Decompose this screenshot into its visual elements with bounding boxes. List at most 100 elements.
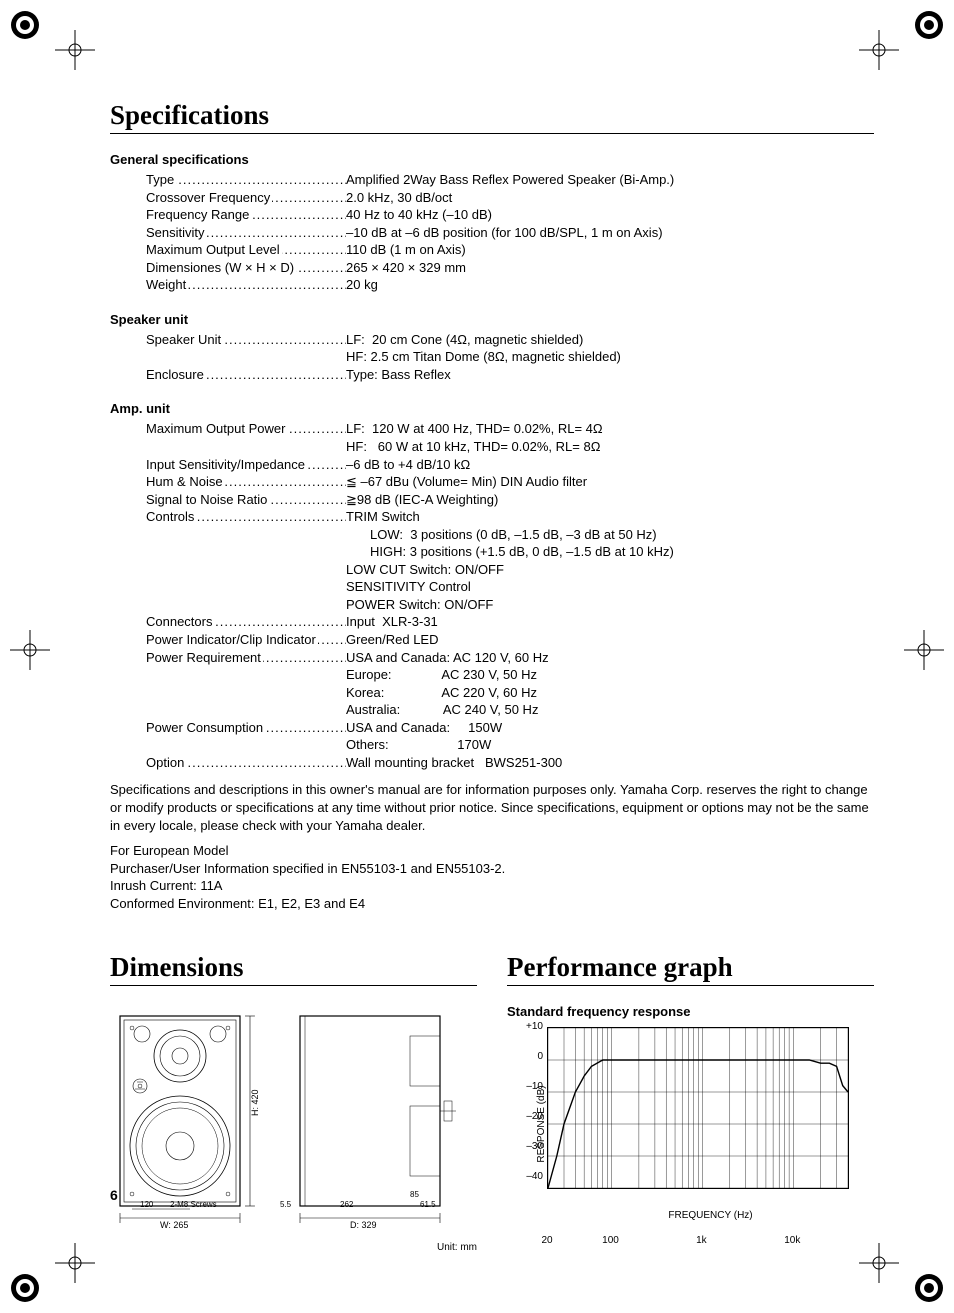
spec-continuation: LOW CUT Switch: ON/OFF xyxy=(146,561,874,579)
euro-model-info: For European ModelPurchaser/User Informa… xyxy=(110,842,874,912)
chart-xlabel: FREQUENCY (Hz) xyxy=(547,1210,874,1221)
spec-continuation: POWER Switch: ON/OFF xyxy=(146,596,874,614)
spec-value: –6 dB to +4 dB/10 kΩ xyxy=(346,456,874,474)
speaker-subhead: Speaker unit xyxy=(110,312,874,327)
spec-value: Wall mounting bracket BWS251-300 xyxy=(346,754,874,772)
spec-label: Power Indicator/Clip Indicator xyxy=(146,631,346,649)
spec-value: 40 Hz to 40 kHz (–10 dB) xyxy=(346,206,874,224)
amp-spec-list: Maximum Output PowerLF: 120 W at 400 Hz,… xyxy=(110,420,874,771)
spec-row: Crossover Frequency2.0 kHz, 30 dB/oct xyxy=(146,189,874,207)
specifications-heading: Specifications xyxy=(110,100,874,134)
spec-row: Maximum Output PowerLF: 120 W at 400 Hz,… xyxy=(146,420,874,438)
dim-width-label: W: 265 xyxy=(160,1220,188,1230)
spec-row: ControlsTRIM Switch xyxy=(146,508,874,526)
general-subhead: General specifications xyxy=(110,152,874,167)
spec-row: Sensitivity–10 dB at –6 dB position (for… xyxy=(146,224,874,242)
spec-continuation: HF: 2.5 cm Titan Dome (8Ω, magnetic shie… xyxy=(146,348,874,366)
svg-text:120: 120 xyxy=(140,1200,154,1209)
spec-row: EnclosureType: Bass Reflex xyxy=(146,366,874,384)
spec-continuation: Korea: AC 220 V, 60 Hz xyxy=(146,684,874,702)
svg-text:61.5: 61.5 xyxy=(420,1200,436,1209)
spec-label: Crossover Frequency xyxy=(146,189,346,207)
spec-continuation: Europe: AC 230 V, 50 Hz xyxy=(146,666,874,684)
spec-row: Power RequirementUSA and Canada: AC 120 … xyxy=(146,649,874,667)
spec-row: Hum & Noise≦ –67 dBu (Volume= Min) DIN A… xyxy=(146,473,874,491)
spec-value: LF: 120 W at 400 Hz, THD= 0.02%, RL= 4Ω xyxy=(346,420,874,438)
dim-height-label: H: 420 xyxy=(250,1090,260,1117)
spec-label: Connectors xyxy=(146,613,346,631)
spec-value: Amplified 2Way Bass Reflex Powered Speak… xyxy=(346,171,874,189)
spec-row: Dimensiones (W × H × D)265 × 420 × 329 m… xyxy=(146,259,874,277)
spec-value: TRIM Switch xyxy=(346,508,874,526)
page-number: 6 xyxy=(110,1187,118,1203)
spec-value: 2.0 kHz, 30 dB/oct xyxy=(346,189,874,207)
spec-continuation: SENSITIVITY Control xyxy=(146,578,874,596)
spec-row: Maximum Output Level110 dB (1 m on Axis) xyxy=(146,241,874,259)
spec-label: Maximum Output Power xyxy=(146,420,346,438)
spec-continuation: LOW: 3 positions (0 dB, –1.5 dB, –3 dB a… xyxy=(146,526,874,544)
spec-label: Weight xyxy=(146,276,346,294)
performance-heading: Performance graph xyxy=(507,952,874,986)
spec-continuation: Others: 170W xyxy=(146,736,874,754)
euro-line: Conformed Environment: E1, E2, E3 and E4 xyxy=(110,895,874,913)
svg-text:85: 85 xyxy=(410,1190,419,1199)
spec-label: Enclosure xyxy=(146,366,346,384)
dim-unit-label: Unit: mm xyxy=(110,1242,477,1253)
spec-row: Frequency Range40 Hz to 40 kHz (–10 dB) xyxy=(146,206,874,224)
dimensions-heading: Dimensions xyxy=(110,952,477,986)
spec-label: Power Consumption xyxy=(146,719,346,737)
spec-value: 265 × 420 × 329 mm xyxy=(346,259,874,277)
svg-text:D: 329: D: 329 xyxy=(350,1220,377,1230)
spec-label: Input Sensitivity/Impedance xyxy=(146,456,346,474)
xtick-label: 1k xyxy=(696,1235,707,1246)
frequency-response-chart: RESPONSE (dB) +100–10–20–30–40 201001k10… xyxy=(547,1027,874,1221)
dimensions-figure: H: 420 W: 265 120 2-M8 Screws xyxy=(110,1006,477,1253)
spec-label: Power Requirement xyxy=(146,649,346,667)
spec-label: Sensitivity xyxy=(146,224,346,242)
disclaimer-text: Specifications and descriptions in this … xyxy=(110,781,874,834)
general-spec-list: TypeAmplified 2Way Bass Reflex Powered S… xyxy=(110,171,874,294)
ytick-label: +10 xyxy=(519,1021,543,1051)
spec-continuation: Australia: AC 240 V, 50 Hz xyxy=(146,701,874,719)
ytick-label: –40 xyxy=(519,1171,543,1201)
ytick-label: –10 xyxy=(519,1081,543,1111)
spec-value: Type: Bass Reflex xyxy=(346,366,874,384)
spec-value: USA and Canada: 150W xyxy=(346,719,874,737)
euro-line: Purchaser/User Information specified in … xyxy=(110,860,874,878)
ytick-label: –20 xyxy=(519,1111,543,1141)
spec-continuation: HIGH: 3 positions (+1.5 dB, 0 dB, –1.5 d… xyxy=(146,543,874,561)
spec-label: Controls xyxy=(146,508,346,526)
spec-row: Signal to Noise Ratio≧98 dB (IEC-A Weigh… xyxy=(146,491,874,509)
ytick-label: –30 xyxy=(519,1141,543,1171)
svg-text:5.5: 5.5 xyxy=(280,1200,292,1209)
spec-continuation: HF: 60 W at 10 kHz, THD= 0.02%, RL= 8Ω xyxy=(146,438,874,456)
xtick-label: 20 xyxy=(541,1235,552,1246)
spec-row: ConnectorsInput XLR-3-31 xyxy=(146,613,874,631)
amp-subhead: Amp. unit xyxy=(110,401,874,416)
spec-label: Frequency Range xyxy=(146,206,346,224)
euro-line: For European Model xyxy=(110,842,874,860)
spec-row: TypeAmplified 2Way Bass Reflex Powered S… xyxy=(146,171,874,189)
xtick-label: 10k xyxy=(784,1235,800,1246)
spec-label: Option xyxy=(146,754,346,772)
spec-row: Speaker UnitLF: 20 cm Cone (4Ω, magnetic… xyxy=(146,331,874,349)
spec-row: Power Indicator/Clip IndicatorGreen/Red … xyxy=(146,631,874,649)
euro-line: Inrush Current: 11A xyxy=(110,877,874,895)
spec-row: Power ConsumptionUSA and Canada: 150W xyxy=(146,719,874,737)
spec-label: Type xyxy=(146,171,346,189)
svg-text:262: 262 xyxy=(340,1200,354,1209)
spec-value: ≧98 dB (IEC-A Weighting) xyxy=(346,491,874,509)
spec-value: Input XLR-3-31 xyxy=(346,613,874,631)
spec-value: USA and Canada: AC 120 V, 60 Hz xyxy=(346,649,874,667)
speaker-spec-list: Speaker UnitLF: 20 cm Cone (4Ω, magnetic… xyxy=(110,331,874,384)
chart-title: Standard frequency response xyxy=(507,1004,874,1019)
spec-value: 20 kg xyxy=(346,276,874,294)
ytick-label: 0 xyxy=(519,1051,543,1081)
spec-row: Input Sensitivity/Impedance–6 dB to +4 d… xyxy=(146,456,874,474)
spec-label: Dimensiones (W × H × D) xyxy=(146,259,346,277)
spec-label: Maximum Output Level xyxy=(146,241,346,259)
spec-value: –10 dB at –6 dB position (for 100 dB/SPL… xyxy=(346,224,874,242)
spec-row: OptionWall mounting bracket BWS251-300 xyxy=(146,754,874,772)
spec-value: 110 dB (1 m on Axis) xyxy=(346,241,874,259)
svg-text:2-M8 Screws: 2-M8 Screws xyxy=(170,1200,217,1209)
